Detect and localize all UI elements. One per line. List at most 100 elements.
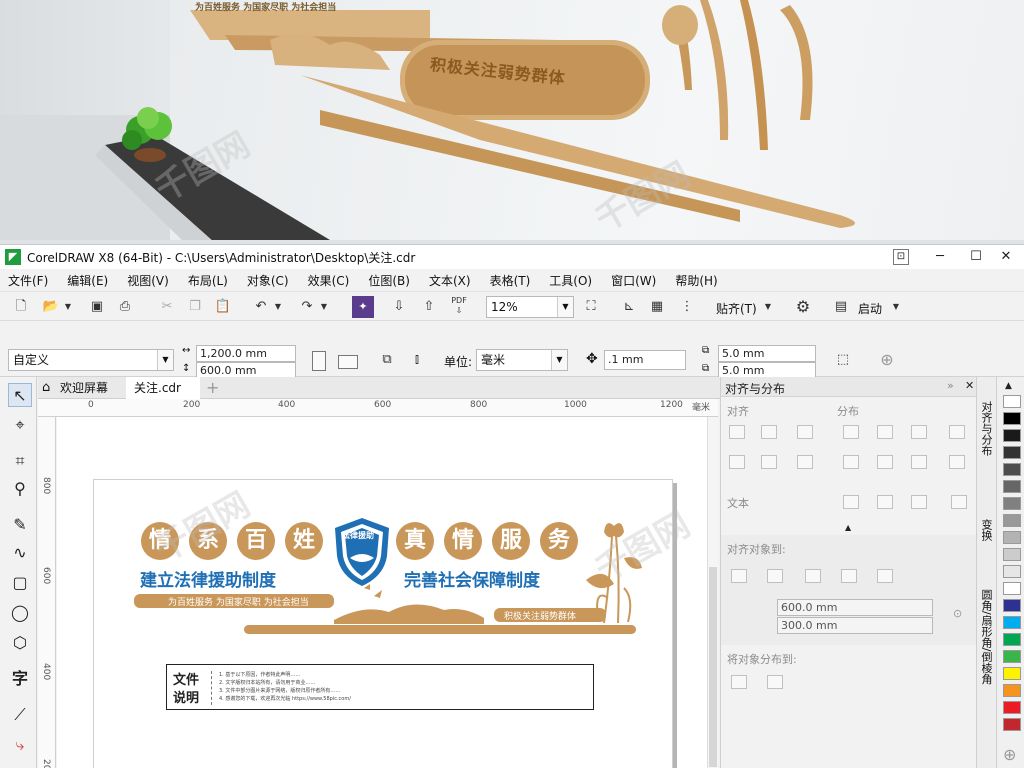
palette-swatch[interactable] <box>1003 446 1021 459</box>
docker-tab-align[interactable]: 对齐与分布 <box>980 401 994 456</box>
menu-table[interactable]: 表格(T) <box>490 272 531 289</box>
launcher-icon[interactable]: ▤ <box>830 296 852 318</box>
palette-swatch[interactable] <box>1003 395 1021 408</box>
menu-file[interactable]: 文件(F) <box>8 272 48 289</box>
menu-text[interactable]: 文本(X) <box>429 272 471 289</box>
palette-swatch[interactable] <box>1003 531 1021 544</box>
align-left-icon[interactable] <box>729 425 745 439</box>
freehand-tool-icon[interactable]: ✎ <box>8 513 32 537</box>
horizontal-ruler[interactable]: 0 200 400 600 800 1000 1200 毫米 <box>38 399 718 417</box>
palette-swatch[interactable] <box>1003 565 1021 578</box>
distribute-page-icon[interactable] <box>767 675 783 689</box>
new-tab-icon[interactable]: + <box>202 377 222 399</box>
page-center-icon[interactable] <box>805 569 821 583</box>
distribute-center-v-icon[interactable] <box>877 455 893 469</box>
menu-effects[interactable]: 效果(C) <box>308 272 350 289</box>
units-combo[interactable]: 毫米 ▼ <box>476 349 568 371</box>
y-position-input[interactable]: 300.0 mm <box>777 617 933 634</box>
show-grid-icon[interactable]: ▦ <box>646 296 668 318</box>
open-dropdown-icon[interactable]: ▼ <box>62 296 74 318</box>
all-pages-icon[interactable]: ⧉ <box>376 349 398 371</box>
menu-object[interactable]: 对象(C) <box>247 272 289 289</box>
open-icon[interactable]: 📂 <box>40 296 62 318</box>
page-edge-icon[interactable] <box>767 569 783 583</box>
options-gear-icon[interactable]: ⚙ <box>792 296 814 318</box>
minimize-button[interactable]: ─ <box>930 247 950 267</box>
distribute-selection-icon[interactable] <box>731 675 747 689</box>
docker-tab-fillet[interactable]: 圆角/扇形角/倒棱角 <box>980 589 994 684</box>
palette-swatch[interactable] <box>1003 582 1021 595</box>
align-bottom-icon[interactable] <box>797 455 813 469</box>
launch-button[interactable]: 启动 <box>858 300 882 317</box>
distribute-bottom-icon[interactable] <box>911 455 927 469</box>
menu-edit[interactable]: 编辑(E) <box>67 272 108 289</box>
polygon-tool-icon[interactable]: ⬡ <box>8 631 32 655</box>
tab-welcome[interactable]: ⌂ 欢迎屏幕 <box>38 377 124 399</box>
text-outline-icon[interactable] <box>951 495 967 509</box>
zoom-level-combo[interactable]: 12% ▼ <box>486 296 574 318</box>
specified-point-icon[interactable] <box>877 569 893 583</box>
shape-tool-icon[interactable]: ⌖ <box>8 413 32 437</box>
dimension-tool-icon[interactable]: ⟋ <box>8 703 32 727</box>
palette-swatch[interactable] <box>1003 667 1021 680</box>
copy-icon[interactable]: ❐ <box>184 296 206 318</box>
cut-icon[interactable]: ✂ <box>156 296 178 318</box>
palette-swatch[interactable] <box>1003 684 1021 697</box>
export-icon[interactable]: ⇧ <box>418 296 440 318</box>
distribute-center-h-icon[interactable] <box>877 425 893 439</box>
palette-swatch[interactable] <box>1003 701 1021 714</box>
menu-window[interactable]: 窗口(W) <box>611 272 656 289</box>
distribute-right-icon[interactable] <box>911 425 927 439</box>
full-screen-icon[interactable]: ⛶ <box>580 296 602 318</box>
undo-dropdown-icon[interactable]: ▼ <box>272 296 284 318</box>
distribute-space-v-icon[interactable] <box>949 455 965 469</box>
docker-tab-transform[interactable]: 变换 <box>980 519 994 541</box>
grid-icon[interactable] <box>841 569 857 583</box>
palette-swatch[interactable] <box>1003 616 1021 629</box>
undo-icon[interactable]: ↶ <box>250 296 272 318</box>
treat-as-filled-icon[interactable]: ⬚ <box>832 349 854 371</box>
palette-add-icon[interactable]: ⊕ <box>1003 745 1016 764</box>
menu-help[interactable]: 帮助(H) <box>675 272 717 289</box>
align-center-h-icon[interactable] <box>761 425 777 439</box>
vertical-ruler[interactable]: 800 600 400 200 <box>38 417 56 768</box>
show-guidelines-icon[interactable]: ⋮ <box>676 296 698 318</box>
menu-view[interactable]: 视图(V) <box>127 272 169 289</box>
current-page-icon[interactable]: ⫾ <box>406 349 428 371</box>
add-icon[interactable]: ⊕ <box>876 349 898 371</box>
menu-tools[interactable]: 工具(O) <box>549 272 592 289</box>
publish-pdf-icon[interactable]: PDF ⇩ <box>448 296 470 318</box>
target-icon[interactable]: ⊙ <box>953 607 962 620</box>
snap-dropdown-icon[interactable]: ▼ <box>762 296 774 318</box>
import-icon[interactable]: ⇩ <box>388 296 410 318</box>
redo-icon[interactable]: ↷ <box>296 296 318 318</box>
zoom-tool-icon[interactable]: ⚲ <box>8 477 32 501</box>
align-top-icon[interactable] <box>729 455 745 469</box>
palette-swatch[interactable] <box>1003 480 1021 493</box>
palette-swatch[interactable] <box>1003 633 1021 646</box>
ellipse-tool-icon[interactable]: ◯ <box>8 601 32 625</box>
page-width-input[interactable]: 1,200.0 mm <box>196 345 296 362</box>
pick-tool-icon[interactable]: ↖ <box>8 383 32 407</box>
text-bounding-box-icon[interactable] <box>911 495 927 509</box>
text-last-line-icon[interactable] <box>877 495 893 509</box>
launch-dropdown-icon[interactable]: ▼ <box>890 296 902 318</box>
account-icon[interactable]: ⊡ <box>893 249 909 265</box>
palette-scroll-up-icon[interactable]: ▲ <box>1005 381 1012 391</box>
search-content-icon[interactable]: ✦ <box>352 296 374 318</box>
duplicate-x-input[interactable]: 5.0 mm <box>718 345 816 362</box>
maximize-button[interactable]: ☐ <box>966 247 986 267</box>
tab-document[interactable]: 关注.cdr <box>126 377 200 399</box>
show-rulers-icon[interactable]: ⊾ <box>618 296 640 318</box>
text-first-line-icon[interactable] <box>843 495 859 509</box>
palette-swatch[interactable] <box>1003 548 1021 561</box>
align-center-v-icon[interactable] <box>761 455 777 469</box>
snap-to-button[interactable]: 贴齐(T) <box>716 300 757 317</box>
palette-swatch[interactable] <box>1003 599 1021 612</box>
print-icon[interactable]: ⎙ <box>114 296 136 318</box>
palette-swatch[interactable] <box>1003 514 1021 527</box>
distribute-space-h-icon[interactable] <box>949 425 965 439</box>
landscape-icon[interactable] <box>338 355 358 369</box>
distribute-top-icon[interactable] <box>843 455 859 469</box>
page-preset-combo[interactable]: 自定义 ▼ <box>8 349 174 371</box>
